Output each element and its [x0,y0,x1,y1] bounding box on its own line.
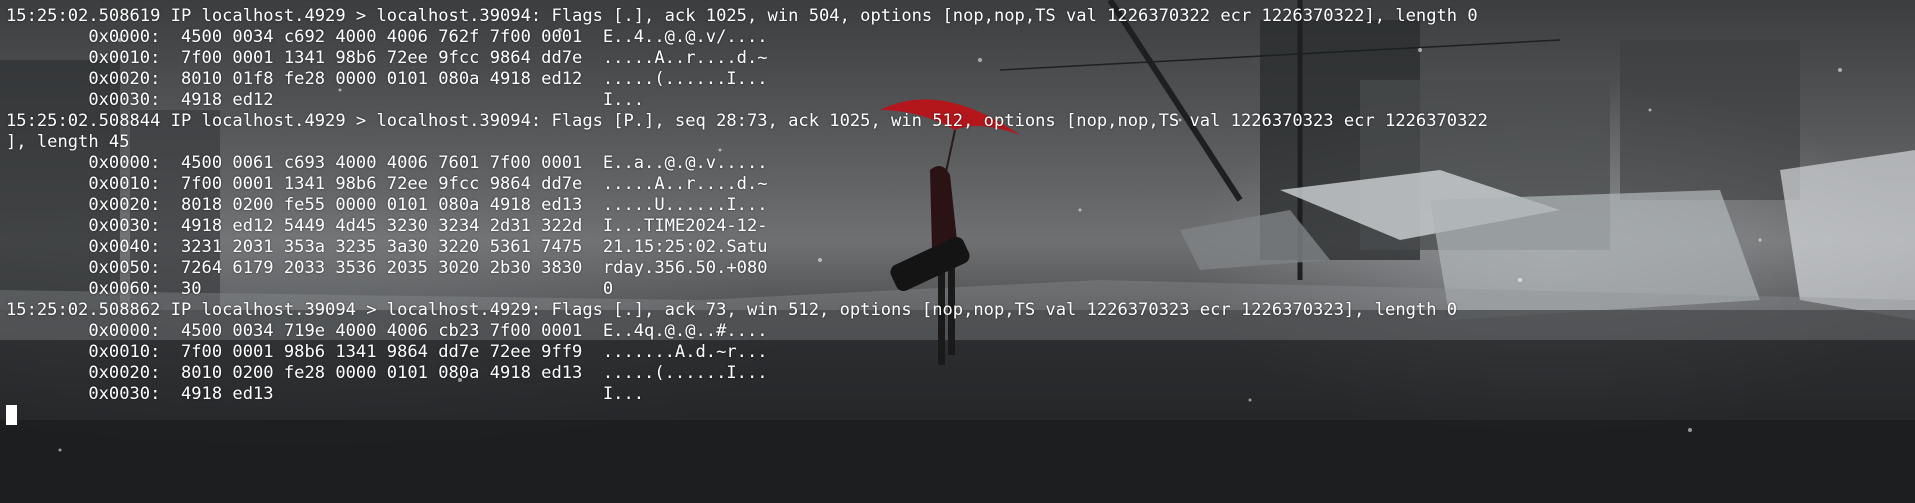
log-line-6: 15:25:02.508844 IP localhost.4929 > loca… [6,111,1488,131]
tcpdump-output[interactable]: 15:25:02.508619 IP localhost.4929 > loca… [6,6,1488,426]
log-line-8: 0x0000: 4500 0061 c693 4000 4006 7601 7f… [6,153,768,173]
log-line-7: ], length 45 [6,132,130,152]
log-line-5: 0x0030: 4918 ed12 I... [6,90,645,110]
log-line-12: 0x0040: 3231 2031 353a 3235 3a30 3220 53… [6,237,768,257]
log-line-17: 0x0010: 7f00 0001 98b6 1341 9864 dd7e 72… [6,342,768,362]
log-line-4: 0x0020: 8010 01f8 fe28 0000 0101 080a 49… [6,69,768,89]
terminal-window[interactable]: 15:25:02.508619 IP localhost.4929 > loca… [0,0,1915,503]
log-line-1: 15:25:02.508619 IP localhost.4929 > loca… [6,6,1478,26]
log-line-10: 0x0020: 8018 0200 fe55 0000 0101 080a 49… [6,195,768,215]
text-cursor [6,405,17,425]
log-line-19: 0x0030: 4918 ed13 I... [6,384,645,404]
log-line-16: 0x0000: 4500 0034 719e 4000 4006 cb23 7f… [6,321,768,341]
log-line-18: 0x0020: 8010 0200 fe28 0000 0101 080a 49… [6,363,768,383]
log-line-14: 0x0060: 30 0 [6,279,614,299]
log-line-2: 0x0000: 4500 0034 c692 4000 4006 762f 7f… [6,27,768,47]
log-line-13: 0x0050: 7264 6179 2033 3536 2035 3020 2b… [6,258,768,278]
log-line-3: 0x0010: 7f00 0001 1341 98b6 72ee 9fcc 98… [6,48,768,68]
log-line-15: 15:25:02.508862 IP localhost.39094 > loc… [6,300,1458,320]
log-line-9: 0x0010: 7f00 0001 1341 98b6 72ee 9fcc 98… [6,174,768,194]
log-line-11: 0x0030: 4918 ed12 5449 4d45 3230 3234 2d… [6,216,768,236]
prompt-line[interactable] [6,405,1488,426]
